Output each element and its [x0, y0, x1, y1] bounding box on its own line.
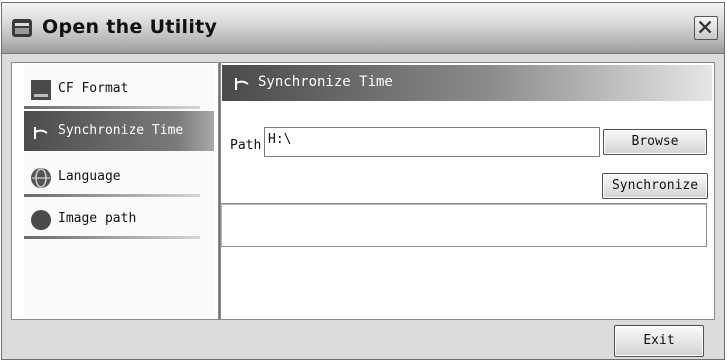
- sidebar-item-label: Image path: [58, 211, 137, 226]
- client-area: CF Format Synchronize Time Language Imag…: [11, 62, 715, 320]
- sidebar-item-synchronize-time[interactable]: Synchronize Time: [24, 111, 214, 151]
- sidebar-item-cf-format[interactable]: CF Format: [24, 69, 214, 109]
- path-input[interactable]: H:\: [264, 127, 600, 157]
- sidebar-item-label: CF Format: [58, 81, 129, 96]
- circle-icon: [31, 210, 51, 230]
- browse-button[interactable]: Browse: [603, 129, 707, 155]
- sync-icon: [34, 127, 48, 139]
- close-button[interactable]: [694, 16, 718, 40]
- utility-dialog: Open the Utility CF Format Synchronize T…: [1, 2, 725, 360]
- title-bar[interactable]: Open the Utility: [2, 3, 724, 54]
- panel-divider: [218, 63, 221, 319]
- path-label: Path: [230, 138, 262, 153]
- exit-button[interactable]: Exit: [614, 325, 704, 357]
- sidebar-item-language[interactable]: Language: [24, 157, 214, 197]
- sidebar-item-image-path[interactable]: Image path: [24, 199, 214, 239]
- synchronize-button[interactable]: Synchronize: [602, 173, 708, 199]
- app-icon: [12, 19, 32, 37]
- window-title: Open the Utility: [42, 16, 218, 38]
- divider: [24, 194, 200, 197]
- globe-icon: [31, 168, 51, 188]
- section-title: Synchronize Time: [258, 74, 393, 90]
- sync-icon: [235, 78, 249, 90]
- divider: [24, 236, 200, 239]
- close-icon: [698, 20, 712, 34]
- sidebar-item-label: Synchronize Time: [58, 123, 184, 138]
- status-box: [220, 203, 707, 247]
- section-header: Synchronize Time: [222, 65, 712, 101]
- cf-card-icon: [31, 80, 51, 100]
- sidebar: CF Format Synchronize Time Language Imag…: [24, 65, 214, 315]
- sidebar-item-label: Language: [58, 169, 121, 184]
- divider: [24, 106, 200, 109]
